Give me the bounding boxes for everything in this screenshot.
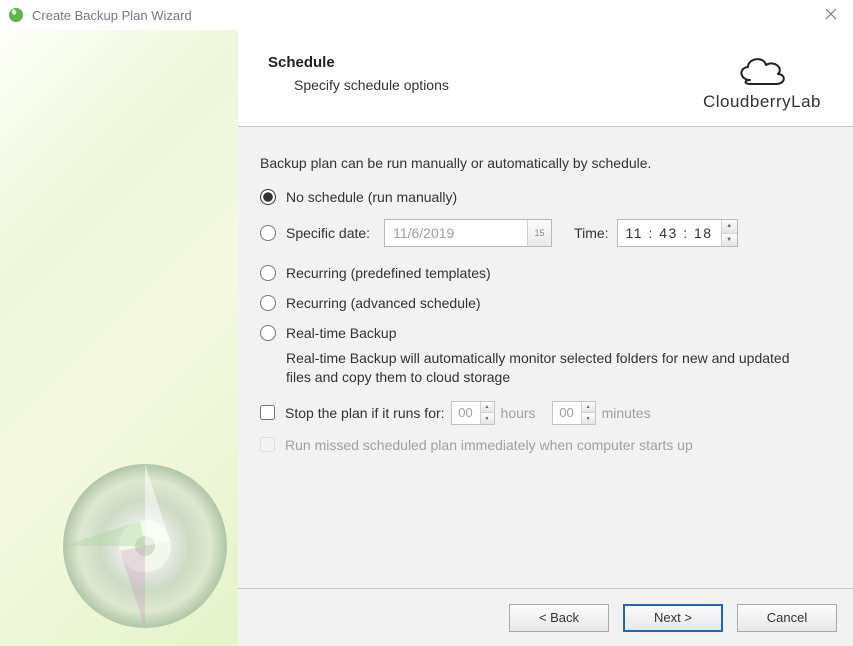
minutes-input[interactable]: 00 ▲ ▼ xyxy=(552,401,596,425)
disc-illustration xyxy=(60,461,230,631)
close-button[interactable] xyxy=(821,4,841,24)
intro-text: Backup plan can be run manually or autom… xyxy=(260,155,833,171)
label-specific-date: Specific date: xyxy=(286,225,370,241)
app-icon xyxy=(8,7,24,23)
title-bar: Create Backup Plan Wizard xyxy=(0,0,853,30)
label-run-missed: Run missed scheduled plan immediately wh… xyxy=(285,437,693,453)
wizard-sidebar xyxy=(0,30,238,646)
label-stop-plan: Stop the plan if it runs for: xyxy=(285,405,445,421)
date-value: 11/6/2019 xyxy=(385,225,527,241)
minutes-unit: minutes xyxy=(602,405,651,421)
checkbox-run-missed xyxy=(260,437,275,452)
brand-suffix: Lab xyxy=(791,92,821,111)
radio-recurring-predefined[interactable] xyxy=(260,265,276,281)
wizard-header: Schedule Specify schedule options Cloudb… xyxy=(238,30,853,127)
option-realtime[interactable]: Real-time Backup xyxy=(260,325,833,341)
radio-specific-date[interactable] xyxy=(260,225,276,241)
label-recurring-predefined: Recurring (predefined templates) xyxy=(286,265,491,281)
label-no-schedule: No schedule (run manually) xyxy=(286,189,457,205)
cloud-icon xyxy=(734,50,790,90)
page-subtitle: Specify schedule options xyxy=(294,77,449,93)
minutes-spinner-up[interactable]: ▲ xyxy=(582,402,595,414)
date-input[interactable]: 11/6/2019 15 xyxy=(384,219,552,247)
radio-no-schedule[interactable] xyxy=(260,189,276,205)
run-missed-row: Run missed scheduled plan immediately wh… xyxy=(260,437,833,453)
wizard-footer: < Back Next > Cancel xyxy=(238,588,853,646)
stop-plan-row[interactable]: Stop the plan if it runs for: 00 ▲ ▼ hou… xyxy=(260,401,833,425)
window-title: Create Backup Plan Wizard xyxy=(32,8,192,23)
radio-recurring-advanced[interactable] xyxy=(260,295,276,311)
page-title: Schedule xyxy=(268,54,449,71)
hours-input[interactable]: 00 ▲ ▼ xyxy=(451,401,495,425)
minutes-value: 00 xyxy=(553,402,581,424)
radio-realtime[interactable] xyxy=(260,325,276,341)
label-recurring-advanced: Recurring (advanced schedule) xyxy=(286,295,481,311)
time-value: 11 : 43 : 18 xyxy=(618,220,721,246)
schedule-panel: Backup plan can be run manually or autom… xyxy=(238,127,853,588)
option-specific-date[interactable]: Specific date: 11/6/2019 15 Time: 11 : 4… xyxy=(260,219,833,247)
hours-unit: hours xyxy=(501,405,536,421)
realtime-description: Real-time Backup will automatically moni… xyxy=(286,349,806,387)
cancel-button[interactable]: Cancel xyxy=(737,604,837,632)
brand-logo: CloudberryLab xyxy=(703,50,823,112)
option-recurring-advanced[interactable]: Recurring (advanced schedule) xyxy=(260,295,833,311)
next-button[interactable]: Next > xyxy=(623,604,723,632)
time-spinner-up[interactable]: ▲ xyxy=(722,220,737,234)
time-spinner-down[interactable]: ▼ xyxy=(722,234,737,247)
hours-spinner-down[interactable]: ▼ xyxy=(481,413,494,424)
back-button[interactable]: < Back xyxy=(509,604,609,632)
option-recurring-predefined[interactable]: Recurring (predefined templates) xyxy=(260,265,833,281)
time-label: Time: xyxy=(574,225,608,241)
checkbox-stop-plan[interactable] xyxy=(260,405,275,420)
calendar-icon[interactable]: 15 xyxy=(527,220,551,246)
hours-spinner-up[interactable]: ▲ xyxy=(481,402,494,414)
minutes-spinner-down[interactable]: ▼ xyxy=(582,413,595,424)
brand-name: Cloudberry xyxy=(703,92,791,111)
time-input[interactable]: 11 : 43 : 18 ▲ ▼ xyxy=(617,219,738,247)
option-no-schedule[interactable]: No schedule (run manually) xyxy=(260,189,833,205)
hours-value: 00 xyxy=(452,402,480,424)
label-realtime: Real-time Backup xyxy=(286,325,397,341)
